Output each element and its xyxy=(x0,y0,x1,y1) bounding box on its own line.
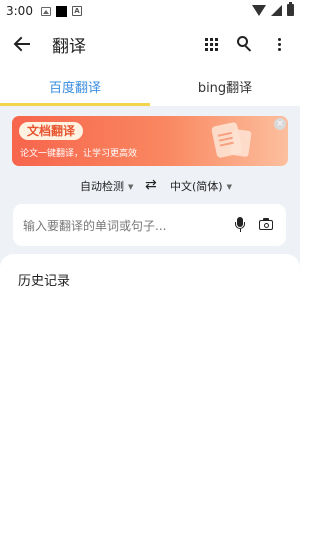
history-title: 历史记录 xyxy=(18,274,71,289)
battery-icon xyxy=(287,2,294,16)
search-icon xyxy=(237,36,253,52)
banner-badge: 文档翻译 xyxy=(19,122,84,140)
a-notification-icon: A xyxy=(71,6,82,16)
document-icon xyxy=(210,121,244,159)
signal-icon xyxy=(271,4,282,16)
history-panel: 历史记录 xyxy=(0,254,300,533)
document-translate-banner[interactable]: 文档翻译 论文一键翻译，让学习更高效 × xyxy=(12,116,288,166)
grid-icon xyxy=(204,37,218,51)
status-bar: 3:00 A xyxy=(0,0,300,22)
gallery-notification-icon xyxy=(40,6,51,16)
status-time: 3:00 xyxy=(6,4,33,18)
search-button[interactable] xyxy=(228,22,262,66)
app-bar: 翻译 xyxy=(0,22,300,66)
target-language-label: 中文(简体) xyxy=(170,180,223,193)
target-language-select[interactable]: 中文(简体) ▼ xyxy=(170,178,232,194)
wifi-icon xyxy=(252,4,266,16)
more-vert-icon xyxy=(277,37,281,51)
back-arrow-icon xyxy=(13,36,30,52)
language-selector: 自动检测 ▼ ⇄ 中文(简体) ▼ xyxy=(0,176,300,194)
status-right xyxy=(252,2,294,16)
banner-subtitle: 论文一键翻译，让学习更高效 xyxy=(20,149,138,159)
more-button[interactable] xyxy=(262,22,296,66)
tab-bing-translate[interactable]: bing翻译 xyxy=(150,66,300,106)
app-actions xyxy=(194,22,296,66)
apps-button[interactable] xyxy=(194,22,228,66)
source-language-label: 自动检测 xyxy=(80,180,124,193)
dropdown-caret-icon: ▼ xyxy=(128,183,134,191)
translator-tabs: 百度翻译 bing翻译 xyxy=(0,66,300,106)
translate-input-placeholder[interactable]: 输入要翻译的单词或句子... xyxy=(23,217,232,234)
tab-baidu-translate[interactable]: 百度翻译 xyxy=(0,66,150,106)
camera-icon[interactable] xyxy=(258,216,276,234)
main-content: 文档翻译 论文一键翻译，让学习更高效 × 自动检测 ▼ ⇄ 中文(简体) ▼ 输入要… xyxy=(0,106,300,533)
app-notification-icon xyxy=(55,5,67,17)
source-language-select[interactable]: 自动检测 ▼ xyxy=(80,178,133,194)
swap-languages-icon[interactable]: ⇄ xyxy=(145,178,157,192)
dropdown-caret-icon: ▼ xyxy=(226,183,232,191)
back-button[interactable] xyxy=(0,22,44,66)
microphone-icon[interactable] xyxy=(232,216,250,234)
translate-input-field[interactable]: 输入要翻译的单词或句子... xyxy=(13,204,286,246)
page-title: 翻译 xyxy=(52,36,86,57)
banner-close-button[interactable]: × xyxy=(274,118,286,130)
